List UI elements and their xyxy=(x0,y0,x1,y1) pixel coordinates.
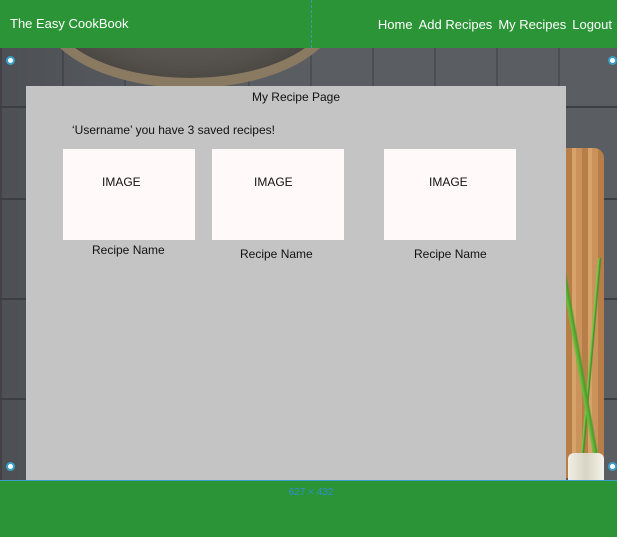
frying-pan-graphic xyxy=(40,48,340,88)
recipe-image-3[interactable]: IMAGE xyxy=(384,149,516,240)
image-placeholder-label: IMAGE xyxy=(254,175,293,189)
nav-logout-link[interactable]: Logout xyxy=(572,17,612,32)
page-title: My Recipe Page xyxy=(251,90,341,104)
selection-bottom-edge xyxy=(0,480,617,481)
nav-my-recipes-link[interactable]: My Recipes xyxy=(498,17,566,32)
nav-add-recipes-link[interactable]: Add Recipes xyxy=(419,17,493,32)
saved-recipes-message: ‘Username’ you have 3 saved recipes! xyxy=(72,123,275,137)
dimensions-label: 627 × 432 xyxy=(288,487,334,498)
site-brand[interactable]: The Easy CookBook xyxy=(10,16,129,31)
layout-guide-line xyxy=(311,0,312,48)
recipe-panel: My Recipe Page ‘Username’ you have 3 sav… xyxy=(26,86,566,480)
main-nav: Home Add Recipes My Recipes Logout xyxy=(378,17,612,32)
image-placeholder-label: IMAGE xyxy=(429,175,468,189)
recipe-name-2[interactable]: Recipe Name xyxy=(240,247,313,261)
recipe-name-3[interactable]: Recipe Name xyxy=(414,247,487,261)
onion-bulb-graphic xyxy=(568,453,604,480)
spring-onion-graphic xyxy=(565,258,605,478)
resize-handle-bottom-left[interactable] xyxy=(6,462,15,471)
recipe-image-2[interactable]: IMAGE xyxy=(212,149,344,240)
image-placeholder-label: IMAGE xyxy=(102,175,141,189)
recipe-name-1[interactable]: Recipe Name xyxy=(92,243,165,257)
nav-home-link[interactable]: Home xyxy=(378,17,413,32)
resize-handle-top-right[interactable] xyxy=(608,56,617,65)
resize-handle-bottom-right[interactable] xyxy=(608,462,617,471)
recipe-image-1[interactable]: IMAGE xyxy=(63,149,195,240)
top-nav-bar: The Easy CookBook Home Add Recipes My Re… xyxy=(0,0,617,48)
resize-handle-top-left[interactable] xyxy=(6,56,15,65)
